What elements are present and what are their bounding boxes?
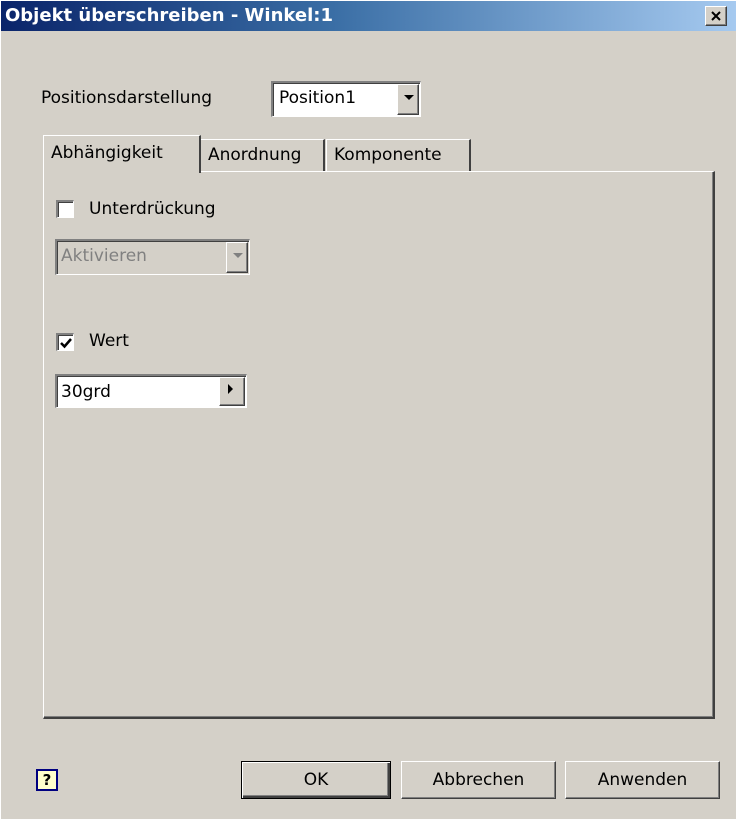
close-button[interactable] [705, 6, 727, 26]
cancel-button[interactable]: Abbrechen [401, 761, 556, 799]
suppress-mode-dropdown-button[interactable] [226, 242, 248, 273]
suppress-label: Unterdrückung [89, 199, 216, 219]
checkmark-icon [60, 338, 72, 349]
tab-label: Abhängigkeit [51, 143, 163, 163]
position-select[interactable]: Position1 [271, 81, 421, 117]
value-menu-button[interactable] [219, 377, 245, 406]
apply-button[interactable]: Anwenden [565, 761, 720, 799]
tab-label: Anordnung [208, 145, 302, 165]
suppress-checkbox[interactable] [56, 200, 74, 218]
position-select-value: Position1 [279, 88, 357, 108]
value-label: Wert [89, 331, 129, 351]
chevron-right-icon [228, 384, 233, 394]
close-icon [711, 11, 721, 21]
suppress-mode-value: Aktivieren [61, 246, 147, 266]
window-title: Objekt überschreiben - Winkel:1 [5, 5, 333, 26]
chevron-down-icon [233, 253, 243, 258]
chevron-down-icon [404, 95, 414, 100]
ok-button-label: OK [303, 770, 329, 790]
tab-abhaengigkeit[interactable]: Abhängigkeit [43, 135, 201, 173]
position-select-dropdown-button[interactable] [397, 84, 419, 115]
tab-anordnung[interactable]: Anordnung [200, 139, 325, 172]
value-input-text: 30grd [61, 382, 111, 402]
help-icon: ? [42, 771, 52, 789]
suppress-mode-select[interactable]: Aktivieren [55, 239, 250, 275]
title-bar[interactable]: Objekt überschreiben - Winkel:1 [1, 1, 736, 31]
help-button[interactable]: ? [36, 769, 58, 791]
value-input[interactable]: 30grd [55, 374, 247, 408]
dialog-window: Objekt überschreiben - Winkel:1 Position… [0, 0, 736, 819]
position-label: Positionsdarstellung [41, 88, 213, 108]
ok-button[interactable]: OK [241, 761, 391, 799]
tab-label: Komponente [334, 145, 442, 165]
apply-button-label: Anwenden [597, 770, 688, 790]
cancel-button-label: Abbrechen [432, 770, 525, 790]
value-checkbox[interactable] [56, 333, 74, 351]
tab-komponente[interactable]: Komponente [326, 139, 471, 172]
